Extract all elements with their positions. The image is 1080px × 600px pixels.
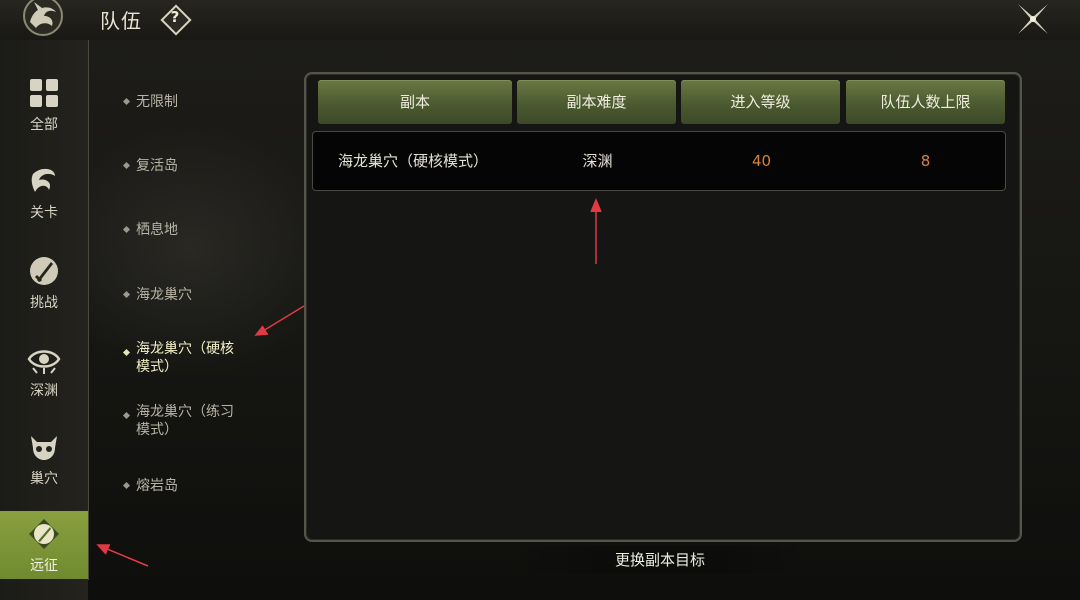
column-header-entry-level: 进入等级 <box>681 80 840 124</box>
sidebar-item-label: 巢穴 <box>30 471 58 487</box>
swirl-icon <box>31 168 55 192</box>
cell-max-members: 8 <box>920 152 931 170</box>
annotation-arrow-sidebar <box>96 544 149 567</box>
bullet-dot <box>122 97 131 106</box>
dungeon-item-sea-dragon-lair[interactable]: 海龙巢穴 <box>122 286 254 304</box>
bullet-dot <box>122 290 131 299</box>
eye-icon <box>27 350 61 374</box>
skull-icon <box>31 436 57 460</box>
team-screen: 队伍 ? 全部 关卡 挑战 深渊 巢穴 远征 无限制 复活岛 栖息地 海龙巢穴 … <box>0 0 1080 600</box>
sidebar-item-label: 挑战 <box>30 295 58 311</box>
dungeon-item-unlimited[interactable]: 无限制 <box>122 93 254 111</box>
sidebar-item-lair[interactable]: 巢穴 <box>0 424 88 494</box>
dungeon-item-resurrection-island[interactable]: 复活岛 <box>122 157 254 175</box>
change-target-button[interactable]: 更换副本目标 <box>520 546 800 574</box>
dungeon-item-habitat[interactable]: 栖息地 <box>122 221 254 239</box>
column-header-dungeon: 副本 <box>318 80 512 124</box>
bullet-dot <box>122 481 131 490</box>
sidebar-item-label: 远征 <box>30 558 58 574</box>
cell-dungeon-name: 海龙巢穴（硬核模式） <box>337 152 488 170</box>
column-header-difficulty: 副本难度 <box>517 80 676 124</box>
bullet-dot <box>122 161 131 170</box>
sidebar-item-expedition[interactable]: 远征 <box>0 511 88 579</box>
dungeon-item-sea-dragon-lair-practice[interactable]: 海龙巢穴（练习模式） <box>122 403 244 439</box>
sidebar-item-all[interactable]: 全部 <box>0 70 88 140</box>
sidebar-item-challenge[interactable]: 挑战 <box>0 248 88 318</box>
dragon-emblem-icon <box>23 0 63 36</box>
bullet-dot <box>122 225 131 234</box>
column-header-max-members: 队伍人数上限 <box>846 80 1005 124</box>
sidebar-item-abyss[interactable]: 深渊 <box>0 336 88 406</box>
cell-difficulty: 深渊 <box>582 152 613 170</box>
dungeon-item-lava-island[interactable]: 熔岩岛 <box>122 477 254 495</box>
bullet-dot <box>122 348 131 357</box>
table-row[interactable]: 海龙巢穴（硬核模式） 深渊 40 8 <box>312 131 1006 191</box>
sidebar-item-label: 关卡 <box>30 205 58 221</box>
cell-entry-level: 40 <box>751 152 772 170</box>
annotation-arrow-dungeon-item <box>254 305 305 336</box>
grid-icon <box>30 79 58 107</box>
page-title: 队伍 <box>100 9 142 33</box>
help-question-icon: ? <box>170 8 180 26</box>
help-button[interactable]: ? <box>160 4 192 36</box>
quill-icon <box>29 519 59 549</box>
sidebar-item-stage[interactable]: 关卡 <box>0 158 88 228</box>
close-x-icon[interactable] <box>1014 2 1052 36</box>
bullet-dot <box>122 411 131 420</box>
sidebar-item-label: 全部 <box>30 117 58 133</box>
sidebar-divider <box>88 40 89 580</box>
sidebar-item-label: 深渊 <box>30 383 58 399</box>
dungeon-item-sea-dragon-lair-hardcore[interactable]: 海龙巢穴（硬核模式） <box>122 340 244 376</box>
sword-icon <box>30 257 58 285</box>
